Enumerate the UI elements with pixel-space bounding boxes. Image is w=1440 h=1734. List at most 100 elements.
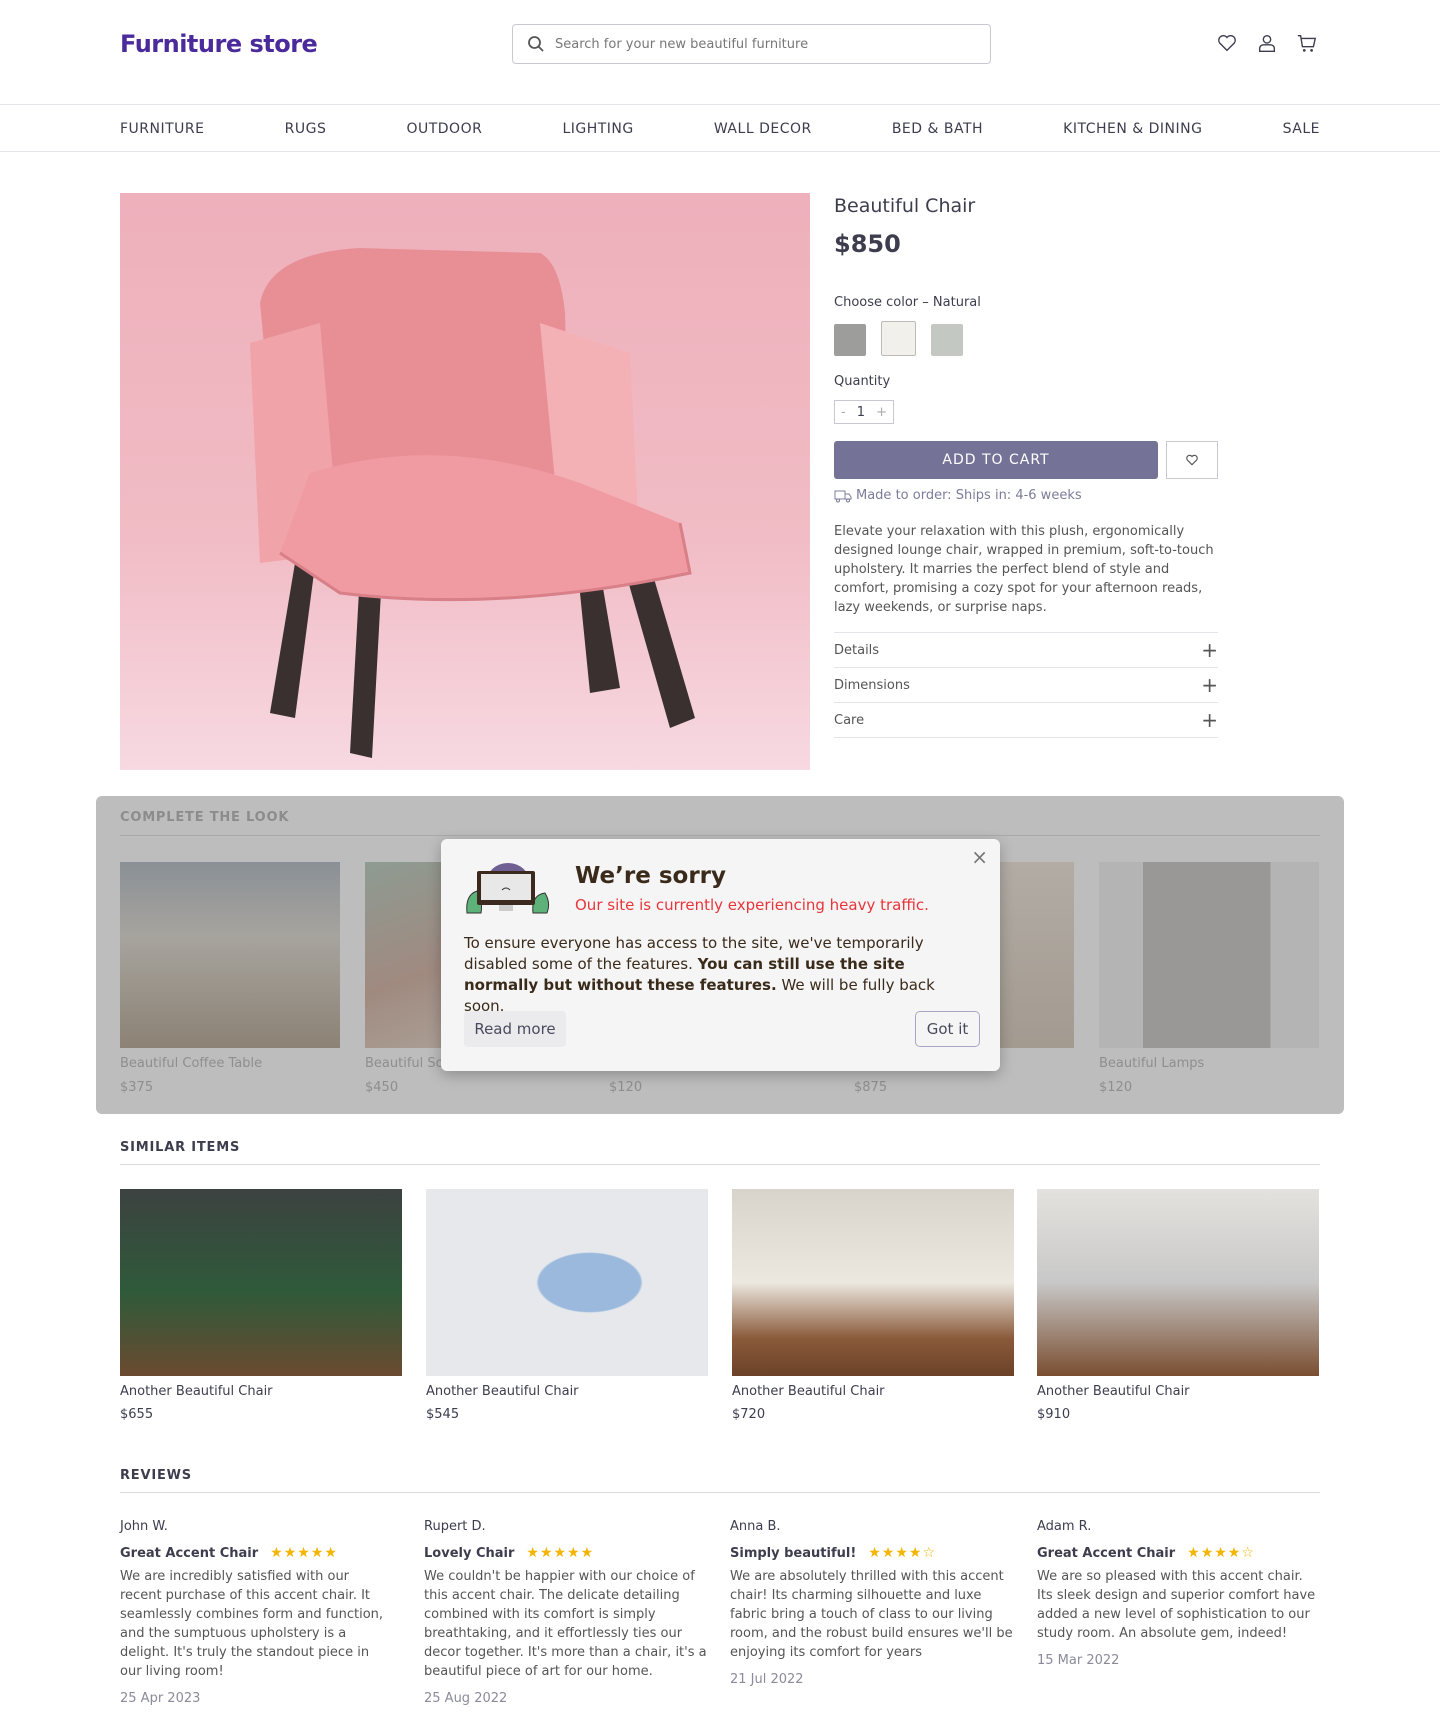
section-heading: COMPLETE THE LOOK xyxy=(120,810,290,825)
look-item[interactable]: Beautiful Lamps $120 xyxy=(1099,862,1319,1096)
nav-rugs[interactable]: RUGS xyxy=(285,105,327,153)
quantity-value[interactable]: 1 xyxy=(857,405,865,420)
search-icon xyxy=(528,36,544,52)
nav-furniture[interactable]: FURNITURE xyxy=(120,105,205,153)
look-item-price: $375 xyxy=(120,1080,154,1095)
user-icon[interactable] xyxy=(1256,32,1278,54)
review-title: Simply beautiful! xyxy=(730,1546,857,1561)
look-item-price: $450 xyxy=(365,1080,399,1095)
dialog-subtitle: Our site is currently experiencing heavy… xyxy=(575,896,929,914)
plus-icon: + xyxy=(1201,673,1218,697)
main-nav: FURNITURE RUGS OUTDOOR LIGHTING WALL DEC… xyxy=(0,104,1440,152)
traffic-notice-dialog: × We’re sorry Our site is currently expe… xyxy=(441,839,1000,1071)
nav-bed-bath[interactable]: BED & BATH xyxy=(892,105,983,153)
look-item-name: Beautiful Coffee Table xyxy=(120,1056,263,1071)
review-date: 25 Apr 2023 xyxy=(120,1691,201,1706)
add-to-cart-button[interactable]: ADD TO CART xyxy=(834,441,1158,479)
similar-items-heading: SIMILAR ITEMS xyxy=(120,1140,241,1155)
search-bar[interactable] xyxy=(512,24,991,64)
similar-item-name: Another Beautiful Chair xyxy=(732,1384,885,1399)
review-text: We couldn't be happier with our choice o… xyxy=(424,1569,707,1679)
product-image xyxy=(120,193,810,770)
similar-item-name: Another Beautiful Chair xyxy=(120,1384,273,1399)
similar-item-name: Another Beautiful Chair xyxy=(1037,1384,1190,1399)
review-text: We are absolutely thrilled with this acc… xyxy=(730,1569,1013,1660)
wishlist-button[interactable] xyxy=(1166,441,1218,479)
product-title: Beautiful Chair xyxy=(834,195,976,217)
sad-computer-illustration xyxy=(466,863,550,914)
swatch-grey[interactable] xyxy=(834,324,866,356)
review: Rupert D. Lovely Chair ★★★★★ We couldn't be… xyxy=(424,1517,714,1708)
dialog-body: To ensure everyone has access to the sit… xyxy=(464,933,979,1017)
similar-item[interactable]: Another Beautiful Chair $545 xyxy=(426,1189,708,1422)
accordion-label: Details xyxy=(834,642,880,658)
shipping-info: Made to order: Ships in: 4-6 weeks xyxy=(856,488,1082,503)
review-text: We are so pleased with this accent chair… xyxy=(1037,1569,1316,1641)
color-label-text: Choose color – xyxy=(834,295,929,310)
truck-icon xyxy=(834,490,852,502)
similar-item-image xyxy=(426,1189,708,1376)
review-title: Lovely Chair xyxy=(424,1546,515,1561)
got-it-button[interactable]: Got it xyxy=(915,1011,980,1047)
quantity-stepper[interactable]: -1 + xyxy=(834,400,894,424)
accordion-care[interactable]: Care + xyxy=(834,702,1218,737)
heart-icon xyxy=(1186,454,1198,466)
look-item-image xyxy=(120,862,340,1048)
reviews-heading: REVIEWS xyxy=(120,1468,192,1483)
quantity-plus[interactable]: + xyxy=(876,405,887,420)
read-more-button[interactable]: Read more xyxy=(464,1011,566,1047)
review: John W. Great Accent Chair ★★★★★ We are inc… xyxy=(120,1517,392,1708)
nav-lighting[interactable]: LIGHTING xyxy=(562,105,633,153)
similar-item[interactable]: Another Beautiful Chair $910 xyxy=(1037,1189,1319,1422)
heart-icon[interactable] xyxy=(1216,32,1238,54)
similar-item-price: $910 xyxy=(1037,1407,1071,1422)
search-input[interactable] xyxy=(555,36,955,52)
accordion-details[interactable]: Details + xyxy=(834,632,1218,667)
accordion-dimensions[interactable]: Dimensions + xyxy=(834,667,1218,702)
look-item-image xyxy=(1099,862,1319,1048)
swatch-natural[interactable] xyxy=(881,321,917,356)
nav-kitchen-dining[interactable]: KITCHEN & DINING xyxy=(1063,105,1202,153)
star-rating: ★★★★★ xyxy=(270,1545,338,1561)
review-title: Great Accent Chair xyxy=(1037,1546,1176,1561)
similar-item-name: Another Beautiful Chair xyxy=(426,1384,579,1399)
selected-color: Natural xyxy=(932,295,981,310)
accordion-label: Care xyxy=(834,712,865,728)
star-rating: ★★★★☆ xyxy=(868,1545,937,1561)
nav-outdoor[interactable]: OUTDOOR xyxy=(406,105,482,153)
color-label: Choose color – Natural xyxy=(834,295,1218,310)
look-item[interactable]: Beautiful Coffee Table $375 xyxy=(120,862,340,1096)
review-author: Adam R. xyxy=(1037,1519,1092,1534)
quantity-label: Quantity xyxy=(834,374,891,389)
similar-item-image xyxy=(732,1189,1014,1376)
cart-icon[interactable] xyxy=(1296,32,1318,54)
review: Anna B. Simply beautiful! ★★★★☆ We are abso… xyxy=(730,1517,1015,1689)
review-author: Rupert D. xyxy=(424,1519,486,1534)
look-item-price: $120 xyxy=(609,1080,643,1095)
similar-item-image xyxy=(1037,1189,1319,1376)
close-button[interactable]: × xyxy=(971,845,988,869)
similar-item-image xyxy=(120,1189,402,1376)
color-swatches xyxy=(834,321,1218,360)
plus-icon: + xyxy=(1201,638,1218,662)
review-date: 25 Aug 2022 xyxy=(424,1691,508,1706)
similar-item[interactable]: Another Beautiful Chair $655 xyxy=(120,1189,402,1422)
review: Adam R. Great Accent Chair ★★★★☆ We are so … xyxy=(1037,1517,1322,1670)
dialog-title: We’re sorry xyxy=(575,863,727,889)
look-item-price: $120 xyxy=(1099,1080,1133,1095)
similar-item-price: $655 xyxy=(120,1407,154,1422)
star-rating: ★★★★☆ xyxy=(1187,1545,1255,1561)
review-date: 21 Jul 2022 xyxy=(730,1672,804,1687)
nav-wall-decor[interactable]: WALL DECOR xyxy=(714,105,812,153)
swatch-sage[interactable] xyxy=(931,324,964,356)
nav-sale[interactable]: SALE xyxy=(1283,105,1320,153)
look-item-price: $875 xyxy=(854,1080,888,1095)
similar-item-price: $545 xyxy=(426,1407,460,1422)
quantity-minus[interactable]: - xyxy=(841,405,846,420)
review-title: Great Accent Chair xyxy=(120,1546,259,1561)
plus-icon: + xyxy=(1201,708,1218,732)
similar-item[interactable]: Another Beautiful Chair $720 xyxy=(732,1189,1014,1422)
logo[interactable]: Furniture store xyxy=(120,30,318,58)
review-date: 15 Mar 2022 xyxy=(1037,1653,1120,1668)
review-author: John W. xyxy=(120,1519,168,1534)
